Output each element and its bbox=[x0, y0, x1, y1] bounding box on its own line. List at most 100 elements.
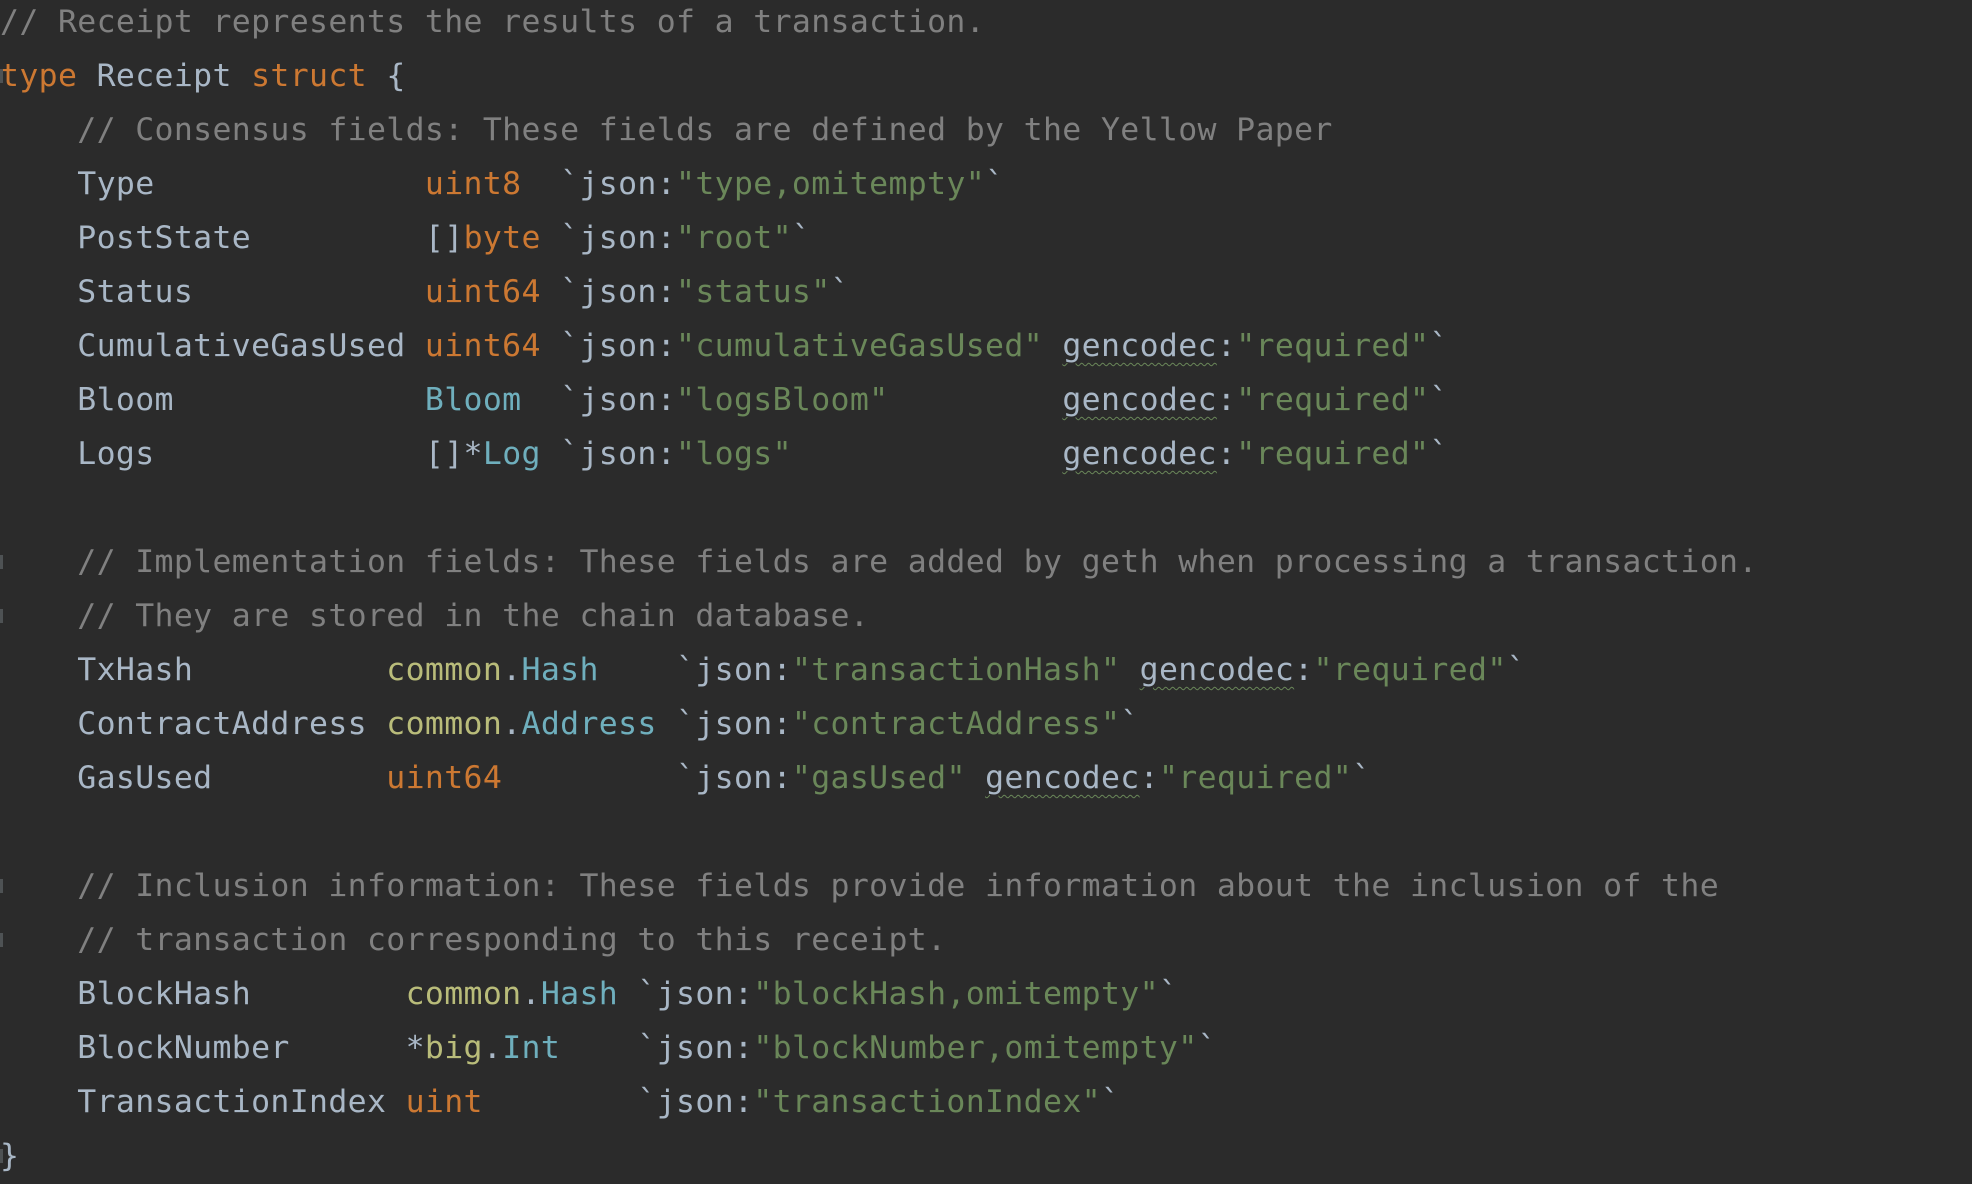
code-token-plain: . bbox=[482, 1030, 503, 1066]
code-token-string: "blockHash,omitempty" bbox=[753, 976, 1159, 1012]
code-token-string: "required" bbox=[1236, 328, 1430, 364]
code-line[interactable]: BlockNumber *big.Int `json:"blockNumber,… bbox=[0, 1021, 1217, 1075]
code-token-plain: `json: bbox=[656, 706, 792, 742]
code-token-plain: CumulativeGasUsed bbox=[0, 328, 425, 364]
code-line[interactable]: // Consensus fields: These fields are de… bbox=[0, 103, 1333, 157]
code-line[interactable]: TxHash common.Hash `json:"transactionHas… bbox=[0, 643, 1526, 697]
fold-marker-icon[interactable] bbox=[0, 1149, 3, 1163]
code-line[interactable]: // Receipt represents the results of a t… bbox=[0, 0, 985, 49]
fold-marker-icon[interactable] bbox=[0, 555, 3, 569]
code-token-typename: Bloom bbox=[424, 382, 522, 418]
code-token-string: "required" bbox=[1313, 652, 1507, 688]
code-token-string: "transactionIndex" bbox=[753, 1084, 1101, 1120]
code-token-plain: : bbox=[1216, 382, 1237, 418]
code-token-string: "gasUsed" bbox=[791, 760, 966, 796]
code-token-type: uint64 bbox=[424, 328, 541, 364]
code-token-plain: Type bbox=[0, 166, 425, 202]
code-token-type: uint64 bbox=[424, 274, 541, 310]
code-line[interactable]: CumulativeGasUsed uint64 `json:"cumulati… bbox=[0, 319, 1449, 373]
code-line[interactable]: // Implementation fields: These fields a… bbox=[0, 535, 1758, 589]
code-line[interactable]: TransactionIndex uint `json:"transaction… bbox=[0, 1075, 1120, 1129]
code-token-typename: Hash bbox=[540, 976, 619, 1012]
code-line[interactable]: Type uint8 `json:"type,omitempty"` bbox=[0, 157, 1004, 211]
code-line[interactable]: ContractAddress common.Address `json:"co… bbox=[0, 697, 1140, 751]
code-editor[interactable]: // Receipt represents the results of a t… bbox=[0, 0, 1972, 1184]
code-token-plain: . bbox=[502, 706, 522, 742]
code-token-comment: // They are stored in the chain database… bbox=[77, 598, 870, 634]
code-token-pkg: common bbox=[386, 652, 503, 688]
code-line[interactable]: // They are stored in the chain database… bbox=[0, 589, 869, 643]
code-token-plain: : bbox=[1216, 328, 1237, 364]
code-token-squiggle: gencodec bbox=[1062, 436, 1217, 472]
code-token-comment: // Inclusion information: These fields p… bbox=[77, 868, 1720, 904]
code-line[interactable]: PostState []byte `json:"root"` bbox=[0, 211, 811, 265]
code-token-string: "transactionHash" bbox=[791, 652, 1121, 688]
code-token-plain: BlockHash bbox=[0, 976, 406, 1012]
code-token-squiggle: gencodec bbox=[1062, 382, 1217, 418]
code-token-plain: PostState [] bbox=[0, 220, 464, 256]
code-token-plain: `json: bbox=[540, 274, 677, 310]
code-line[interactable]: type Receipt struct { bbox=[0, 49, 406, 103]
code-line[interactable]: Status uint64 `json:"status"` bbox=[0, 265, 850, 319]
code-token-plain: ` bbox=[1120, 706, 1140, 742]
code-token-plain: ` bbox=[1197, 1030, 1217, 1066]
code-token-comment: // transaction corresponding to this rec… bbox=[77, 922, 947, 958]
code-token-plain: : bbox=[1294, 652, 1314, 688]
code-token-keyword: type bbox=[0, 58, 78, 94]
fold-marker-icon[interactable] bbox=[0, 879, 3, 893]
fold-marker-icon[interactable] bbox=[0, 933, 3, 947]
code-token-string: "logs" bbox=[676, 436, 792, 472]
code-token-plain: ` bbox=[1429, 436, 1449, 472]
code-token-plain: Bloom bbox=[0, 382, 425, 418]
code-token-plain: Receipt bbox=[77, 58, 252, 94]
code-token-string: "contractAddress" bbox=[791, 706, 1121, 742]
code-token-plain: TransactionIndex bbox=[0, 1084, 406, 1120]
code-line[interactable]: GasUsed uint64 `json:"gasUsed" gencodec:… bbox=[0, 751, 1371, 805]
code-token-type: byte bbox=[463, 220, 541, 256]
code-token-pkg: big bbox=[424, 1030, 483, 1066]
code-token-plain: TxHash bbox=[0, 652, 387, 688]
code-token-squiggle: gencodec bbox=[1139, 652, 1295, 688]
code-token-plain: `json: bbox=[560, 1030, 754, 1066]
code-token-plain: ` bbox=[1506, 652, 1526, 688]
code-token-squiggle: gencodec bbox=[985, 760, 1140, 796]
code-token-plain: . bbox=[521, 976, 541, 1012]
code-token-plain: Status bbox=[0, 274, 425, 310]
code-line[interactable]: Logs []*Log `json:"logs" gencodec:"requi… bbox=[0, 427, 1449, 481]
code-token-comment: // Implementation fields: These fields a… bbox=[77, 544, 1758, 580]
fold-marker-icon[interactable] bbox=[0, 609, 3, 623]
code-token-plain: `json: bbox=[540, 436, 677, 472]
code-line[interactable]: // transaction corresponding to this rec… bbox=[0, 913, 946, 967]
code-token-type: uint bbox=[405, 1084, 483, 1120]
code-token-typename: Address bbox=[521, 706, 657, 742]
code-token-squiggle: gencodec bbox=[1062, 328, 1217, 364]
code-line[interactable]: Bloom Bloom `json:"logsBloom" gencodec:"… bbox=[0, 373, 1449, 427]
code-token-plain: `json: bbox=[618, 976, 754, 1012]
code-token-plain: Logs []* bbox=[0, 436, 483, 472]
code-token-plain: `json: bbox=[502, 760, 792, 796]
code-token-type: uint8 bbox=[424, 166, 522, 202]
code-line[interactable]: // Inclusion information: These fields p… bbox=[0, 859, 1719, 913]
code-token-plain: `json: bbox=[521, 166, 677, 202]
fold-marker-icon[interactable] bbox=[0, 69, 3, 83]
code-token-plain: ContractAddress bbox=[0, 706, 387, 742]
code-token-plain: `json: bbox=[482, 1084, 754, 1120]
code-token-plain: { bbox=[367, 58, 406, 94]
code-token-typename: Int bbox=[502, 1030, 561, 1066]
code-line[interactable]: BlockHash common.Hash `json:"blockHash,o… bbox=[0, 967, 1178, 1021]
code-token-string: "cumulativeGasUsed" bbox=[676, 328, 1043, 364]
code-token-string: "blockNumber,omitempty" bbox=[753, 1030, 1198, 1066]
code-token-typename: Hash bbox=[521, 652, 599, 688]
code-token-string: "logsBloom" bbox=[676, 382, 889, 418]
code-token-plain: ` bbox=[1429, 328, 1449, 364]
